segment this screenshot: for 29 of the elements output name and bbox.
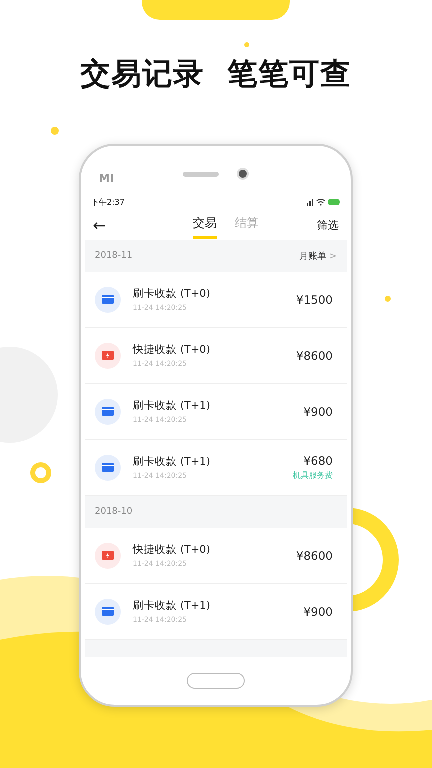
status-time: 下午2:37 [91, 196, 125, 208]
transaction-title: 刷卡收款 (T+1) [133, 599, 212, 613]
transaction-title: 刷卡收款 (T+1) [133, 399, 212, 413]
monthly-bill-link[interactable]: 月账单 > [300, 250, 337, 262]
fee-note: 机具服务费 [293, 470, 333, 481]
transaction-title: 刷卡收款 (T+0) [133, 287, 212, 301]
filter-button[interactable]: 筛选 [299, 218, 339, 232]
month-label: 2018-10 [95, 507, 133, 517]
speaker-icon [183, 172, 219, 176]
transaction-title: 快捷收款 (T+0) [133, 543, 212, 557]
amount: ¥900 [304, 404, 333, 418]
camera-icon [237, 168, 249, 180]
back-button[interactable]: ← [93, 216, 133, 234]
headline: 交易记录 笔笔可查 [80, 56, 352, 94]
transaction-title: 刷卡收款 (T+1) [133, 455, 212, 469]
amount: ¥680 [304, 454, 333, 468]
device-logo: MI [99, 172, 114, 185]
amount: ¥1500 [296, 292, 333, 306]
decor-dot [51, 127, 59, 135]
decor-dot [385, 296, 391, 302]
amount: ¥8600 [296, 348, 333, 362]
decor-ring [30, 462, 52, 484]
status-icons-drawing [307, 198, 341, 206]
decor-dot [244, 42, 250, 48]
month-label: 2018-11 [95, 251, 133, 261]
tab[interactable]: 交易 [193, 211, 217, 239]
transaction-title: 快捷收款 (T+0) [133, 343, 212, 357]
amount: ¥8600 [296, 548, 333, 562]
amount: ¥900 [304, 604, 333, 618]
